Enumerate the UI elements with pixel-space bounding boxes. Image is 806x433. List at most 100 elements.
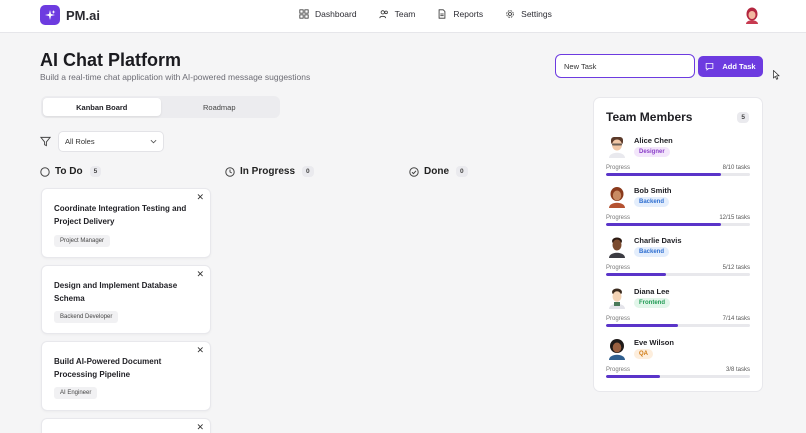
column-count: 5 xyxy=(89,166,102,177)
progress-label: Progress xyxy=(606,265,631,271)
clock-icon xyxy=(225,166,235,177)
progress-bar xyxy=(606,324,750,327)
progress-value: 12/15 tasks xyxy=(719,215,750,221)
page-subtitle: Build a real-time chat application with … xyxy=(40,72,311,82)
document-icon xyxy=(439,9,446,19)
avatar xyxy=(609,339,625,360)
role-filter-select[interactable]: All Roles xyxy=(58,131,164,152)
nav-label: Settings xyxy=(521,9,552,19)
team-members-panel: Team Members 5 Alice Chen Designer Progr… xyxy=(593,97,763,392)
avatar xyxy=(609,187,625,208)
top-nav-bar: PM.ai Dashboard Team Reports Settings xyxy=(0,0,806,33)
task-card[interactable]: Coordinate Integration Testing and Proje… xyxy=(41,188,211,258)
team-count-badge: 5 xyxy=(737,112,749,123)
team-member[interactable]: Eve Wilson QA Progress 3/8 tasks xyxy=(606,338,752,388)
task-role-tag: Backend Developer xyxy=(54,311,119,323)
column-header-todo: To Do 5 xyxy=(40,166,102,177)
progress-fill xyxy=(606,375,660,378)
progress-fill xyxy=(606,223,722,226)
member-name: Alice Chen xyxy=(634,136,673,145)
member-name: Charlie Davis xyxy=(634,236,682,245)
progress-bar xyxy=(606,173,750,176)
add-task-label: Add Task xyxy=(722,62,756,71)
main-nav: Dashboard Team Reports Settings xyxy=(299,9,574,19)
column-title: To Do xyxy=(55,166,83,177)
column-title: Done xyxy=(424,166,449,177)
avatar xyxy=(609,137,625,158)
progress-label: Progress xyxy=(606,316,631,322)
member-role-badge: Backend xyxy=(634,197,670,207)
tab-roadmap[interactable]: Roadmap xyxy=(161,98,279,116)
progress-value: 8/10 tasks xyxy=(722,165,750,171)
progress-label: Progress xyxy=(606,165,631,171)
nav-settings[interactable]: Settings xyxy=(505,9,552,19)
progress-label: Progress xyxy=(606,367,631,373)
task-title: Coordinate Integration Testing and Proje… xyxy=(54,204,187,226)
view-tabs: Kanban Board Roadmap xyxy=(41,96,280,118)
progress-fill xyxy=(606,324,678,327)
task-role-tag: Project Manager xyxy=(54,235,111,247)
task-card[interactable]: Design and Implement Database Schema ✕ B… xyxy=(41,265,211,334)
nav-dashboard[interactable]: Dashboard xyxy=(299,9,357,19)
column-header-in-progress: In Progress 0 xyxy=(225,166,314,177)
page-title: AI Chat Platform xyxy=(40,50,182,70)
add-task-button[interactable]: Add Task xyxy=(698,56,763,77)
column-count: 0 xyxy=(456,166,468,177)
grid-icon xyxy=(299,9,309,19)
progress-value: 3/8 tasks xyxy=(725,367,750,373)
app-name: PM.ai xyxy=(66,7,100,23)
task-role-tag: AI Engineer xyxy=(54,387,98,399)
users-icon xyxy=(379,10,388,19)
progress-bar xyxy=(606,273,750,276)
column-count: 0 xyxy=(302,166,314,177)
nav-label: Dashboard xyxy=(315,9,357,19)
close-icon[interactable]: ✕ xyxy=(196,345,204,356)
close-icon[interactable]: ✕ xyxy=(196,269,204,280)
sparkle-icon xyxy=(40,5,60,25)
progress-bar xyxy=(606,375,750,378)
role-filter-value: All Roles xyxy=(65,137,95,146)
progress-fill xyxy=(606,273,666,276)
task-title: Build AI-Powered Document Processing Pip… xyxy=(54,357,162,379)
tab-kanban-board[interactable]: Kanban Board xyxy=(43,98,161,116)
chevron-down-icon xyxy=(150,139,157,144)
task-card[interactable]: Build AI-Powered Document Processing Pip… xyxy=(41,341,211,411)
new-task-input[interactable] xyxy=(555,54,695,78)
progress-label: Progress xyxy=(606,215,631,221)
chat-bubble-icon xyxy=(706,63,714,71)
check-circle-icon xyxy=(409,166,419,177)
member-name: Bob Smith xyxy=(634,186,672,195)
nav-team[interactable]: Team xyxy=(379,9,416,19)
close-icon[interactable]: ✕ xyxy=(196,192,204,203)
task-title: Design and Implement Database Schema xyxy=(54,281,178,303)
member-role-badge: Designer xyxy=(634,147,670,157)
team-member[interactable]: Charlie Davis Backend Progress 5/12 task… xyxy=(606,236,752,286)
app-logo[interactable]: PM.ai xyxy=(40,5,100,25)
avatar xyxy=(609,237,625,258)
task-card[interactable]: ✕ xyxy=(41,418,211,433)
team-member[interactable]: Alice Chen Designer Progress 8/10 tasks xyxy=(606,136,752,186)
member-name: Diana Lee xyxy=(634,287,670,296)
nav-label: Team xyxy=(394,9,416,19)
gear-icon xyxy=(506,10,514,18)
progress-bar xyxy=(606,223,750,226)
user-avatar[interactable] xyxy=(745,7,759,24)
circle-icon xyxy=(40,166,50,177)
nav-label: Reports xyxy=(453,9,484,19)
filter-icon[interactable] xyxy=(40,136,51,147)
team-title: Team Members xyxy=(606,110,693,124)
team-member[interactable]: Diana Lee Frontend Progress 7/14 tasks xyxy=(606,287,752,337)
column-header-done: Done 0 xyxy=(409,166,468,177)
nav-reports[interactable]: Reports xyxy=(437,9,483,19)
close-icon[interactable]: ✕ xyxy=(196,422,204,433)
progress-value: 5/12 tasks xyxy=(722,265,750,271)
member-name: Eve Wilson xyxy=(634,338,674,347)
team-member[interactable]: Bob Smith Backend Progress 12/15 tasks xyxy=(606,186,752,236)
progress-value: 7/14 tasks xyxy=(722,316,750,322)
progress-fill xyxy=(606,173,722,176)
member-role-badge: QA xyxy=(634,349,653,359)
avatar xyxy=(609,288,625,309)
mouse-cursor-icon xyxy=(773,70,780,80)
column-title: In Progress xyxy=(240,166,296,177)
member-role-badge: Backend xyxy=(634,247,670,257)
